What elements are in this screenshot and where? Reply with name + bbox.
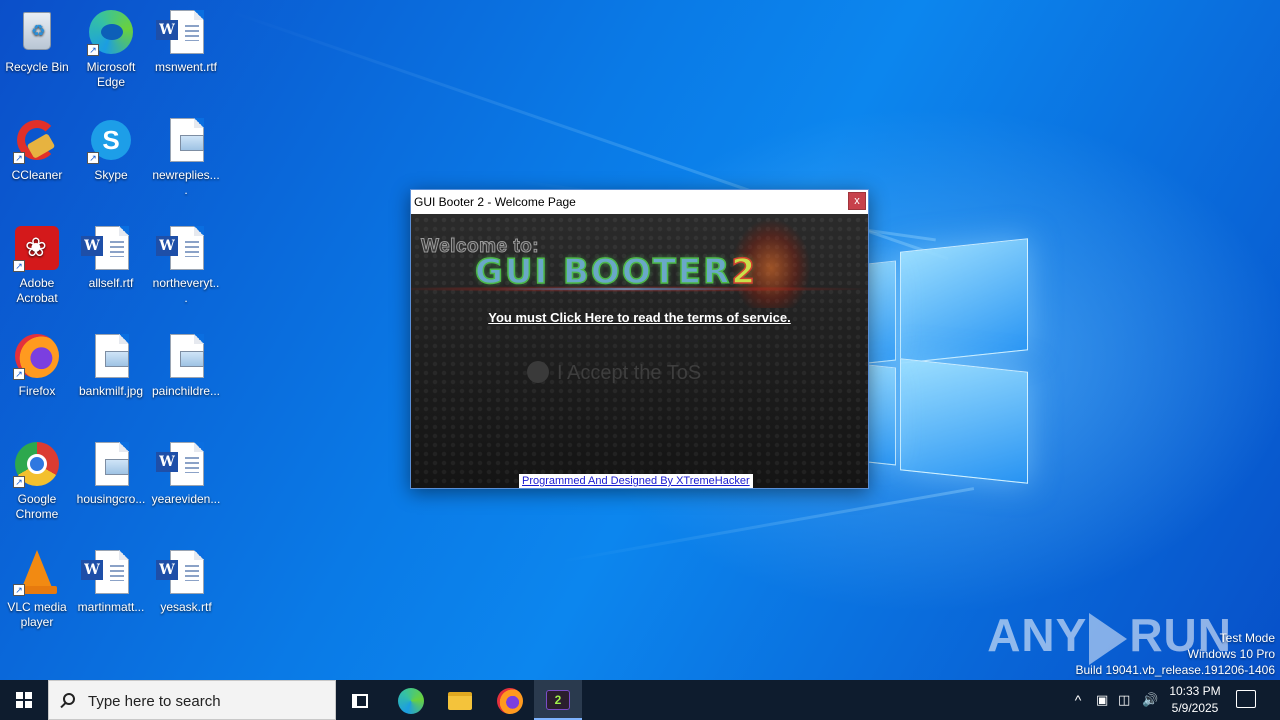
close-button[interactable]: x <box>848 192 866 210</box>
recycle-bin-icon: ♻ <box>13 8 61 56</box>
desktop-icon-ccleaner[interactable]: ↗ CCleaner <box>0 110 74 210</box>
gui-booter-icon: 2 <box>546 690 570 710</box>
desktop-icon-housingcro[interactable]: housingcro... <box>74 434 148 534</box>
desktop-icon-martinmatt[interactable]: W martinmatt... <box>74 542 148 642</box>
defender-icon[interactable]: ▣ <box>1096 692 1108 708</box>
windows-logo-pane <box>900 358 1028 484</box>
volume-icon[interactable]: 🔊 <box>1142 692 1158 708</box>
light-beam <box>560 487 975 563</box>
windows-logo-pane <box>868 260 896 364</box>
tos-link[interactable]: You must Click Here to read the terms of… <box>411 310 868 325</box>
taskbar-search-box[interactable]: Type here to search <box>48 680 336 720</box>
clock-time: 10:33 PM <box>1169 684 1221 698</box>
desktop-icon-allself[interactable]: W allself.rtf <box>74 218 148 318</box>
desktop-icon-firefox[interactable]: ↗ Firefox <box>0 326 74 426</box>
windows-logo-pane <box>900 238 1028 364</box>
desktop-icon-adobe-acrobat[interactable]: ❀ ↗ Adobe Acrobat <box>0 218 74 318</box>
windows-edition-text: Windows 10 Pro <box>1187 647 1275 661</box>
radio-button-icon[interactable] <box>527 360 549 383</box>
acrobat-icon: ❀ ↗ <box>13 224 61 272</box>
desktop-icon-vlc[interactable]: ↗ VLC media player <box>0 542 74 642</box>
notification-center-icon[interactable] <box>1236 690 1256 708</box>
start-button[interactable] <box>0 680 48 720</box>
logo-number: 2 <box>731 251 757 293</box>
taskbar-edge[interactable] <box>386 684 434 720</box>
gui-booter-window: GUI Booter 2 - Welcome Page x Welcome to… <box>410 189 869 489</box>
word-doc-icon: W <box>156 8 210 56</box>
edge-icon: ↗ <box>87 8 135 56</box>
ccleaner-icon: ↗ <box>13 116 61 164</box>
desktop-icon-northeveryt[interactable]: W northeveryt... <box>149 218 223 318</box>
search-icon <box>63 693 75 705</box>
desktop-icon-yeareviden[interactable]: W yeareviden... <box>149 434 223 534</box>
tray-chevron-icon[interactable]: ^ <box>1068 680 1088 720</box>
taskbar-gui-booter[interactable]: 2 <box>534 680 582 720</box>
desktop-icon-google-chrome[interactable]: ↗ Google Chrome <box>0 434 74 534</box>
image-file-icon <box>87 440 135 488</box>
test-mode-text: Test Mode <box>1219 631 1275 645</box>
window-title: GUI Booter 2 - Welcome Page <box>414 195 576 209</box>
chrome-icon: ↗ <box>13 440 61 488</box>
word-doc-icon: W <box>156 440 210 488</box>
taskbar-clock[interactable]: 10:33 PM 5/9/2025 <box>1166 683 1224 717</box>
word-doc-icon: W <box>156 548 210 596</box>
logo-text: GUI BOOTER <box>474 251 732 293</box>
welcome-banner: Welcome to: GUI BOOTER2 You must Click H… <box>411 214 868 488</box>
word-doc-icon: W <box>81 548 135 596</box>
desktop-icon-microsoft-edge[interactable]: ↗ Microsoft Edge <box>74 2 148 102</box>
taskbar: Type here to search 2 ^ ▣ ◫ 🔊 10:33 PM 5… <box>0 680 1280 720</box>
app-logo: GUI BOOTER2 <box>474 251 757 293</box>
desktop-icon-newreplies[interactable]: newreplies.... <box>149 110 223 210</box>
search-placeholder: Type here to search <box>88 693 221 710</box>
credit-link[interactable]: Programmed And Designed By XTremeHacker <box>519 474 753 488</box>
skype-icon: S ↗ <box>87 116 135 164</box>
network-icon[interactable]: ◫ <box>1118 692 1130 708</box>
word-doc-icon: W <box>81 224 135 272</box>
file-explorer-icon <box>448 692 472 710</box>
desktop-icon-msnwent[interactable]: W msnwent.rtf <box>149 2 223 102</box>
desktop-icon-yesask[interactable]: W yesask.rtf <box>149 542 223 642</box>
task-view-button[interactable] <box>336 684 384 720</box>
firefox-icon: ↗ <box>13 332 61 380</box>
windows-logo-pane <box>868 364 896 466</box>
desktop-icon-bankmilf[interactable]: bankmilf.jpg <box>74 326 148 426</box>
word-doc-icon: W <box>156 224 210 272</box>
accept-tos-label: I Accept the ToS <box>557 362 702 384</box>
firefox-icon <box>497 688 523 714</box>
desktop: ♻ Recycle Bin ↗ CCleaner ❀ ↗ Adobe Acrob… <box>0 0 1280 680</box>
windows-logo-icon <box>16 692 32 708</box>
image-file-icon <box>162 116 210 164</box>
build-text: Build 19041.vb_release.191206-1406 <box>1075 663 1276 677</box>
accept-tos-radio[interactable]: I Accept the ToS <box>527 360 701 386</box>
image-file-icon <box>87 332 135 380</box>
task-view-icon <box>352 694 368 708</box>
desktop-icon-painchildre[interactable]: painchildre... <box>149 326 223 426</box>
system-info: Test Mode Windows 10 Pro Build 19041.vb_… <box>1076 630 1276 678</box>
taskbar-firefox[interactable] <box>486 684 534 720</box>
clock-date: 5/9/2025 <box>1171 701 1219 715</box>
edge-icon <box>398 688 424 714</box>
window-titlebar[interactable]: GUI Booter 2 - Welcome Page x <box>411 190 868 214</box>
desktop-icon-skype[interactable]: S ↗ Skype <box>74 110 148 210</box>
image-file-icon <box>162 332 210 380</box>
desktop-icon-recycle-bin[interactable]: ♻ Recycle Bin <box>0 2 74 102</box>
taskbar-file-explorer[interactable] <box>436 684 484 720</box>
vlc-icon: ↗ <box>13 548 61 596</box>
